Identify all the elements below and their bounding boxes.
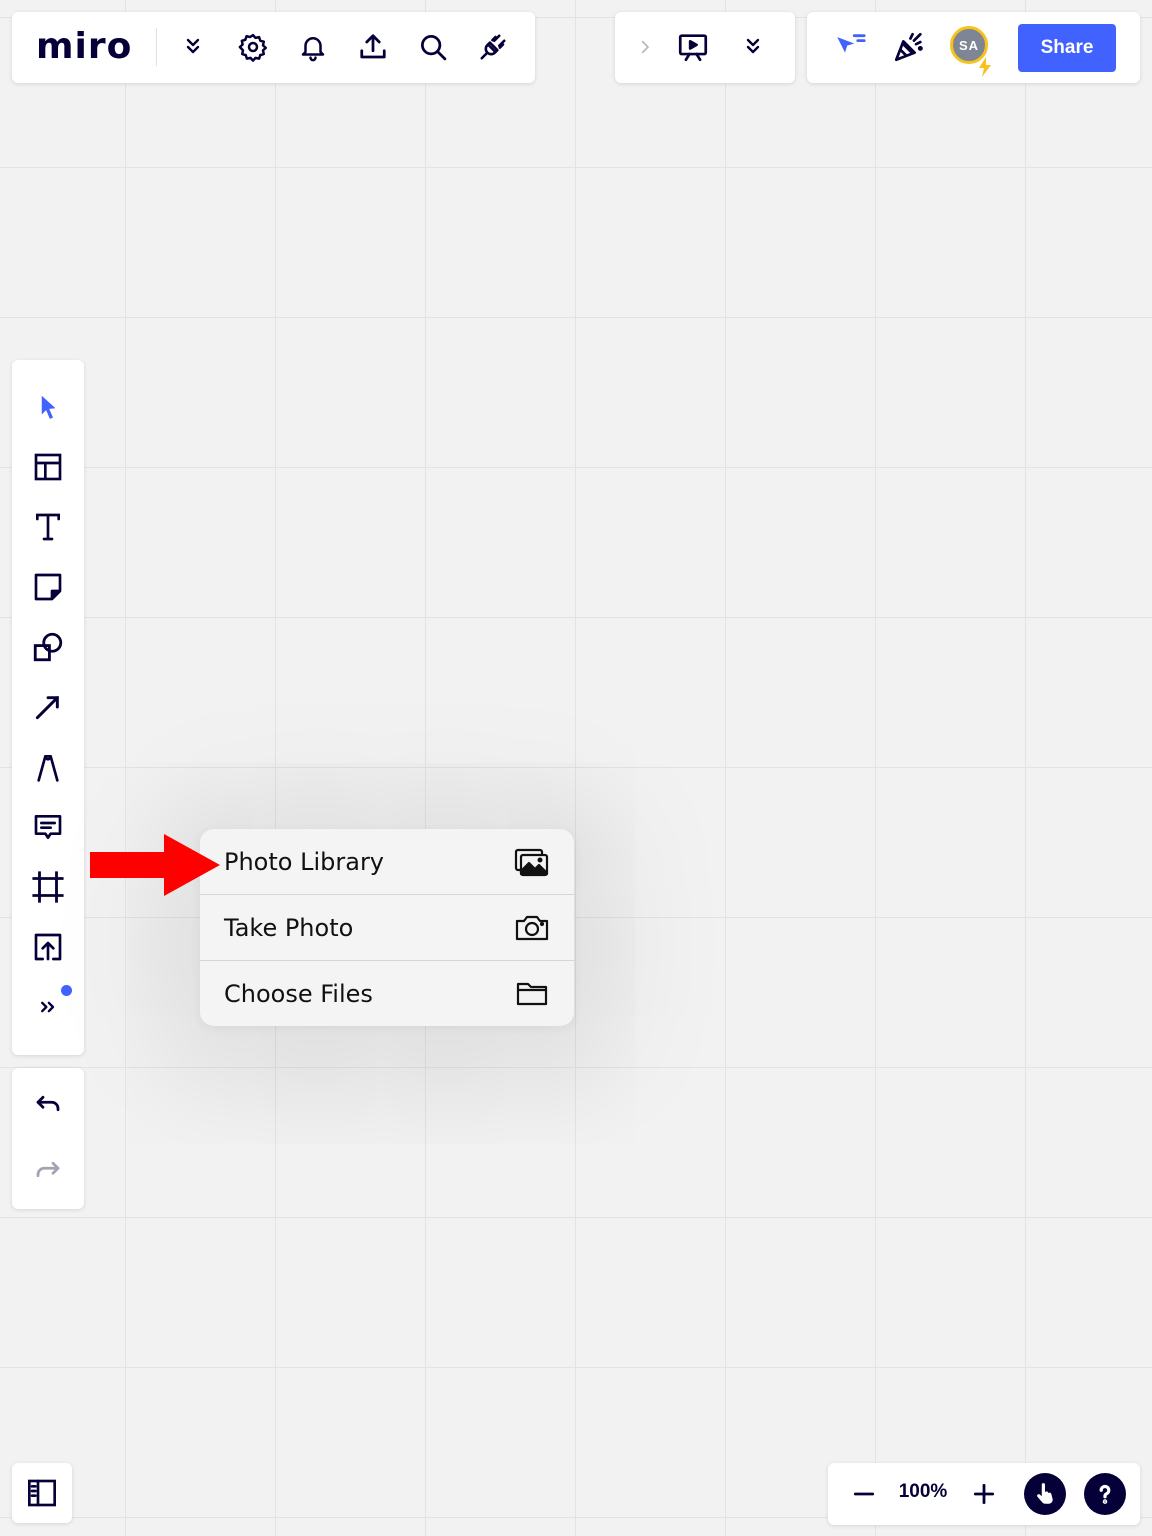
share-button[interactable]: Share <box>1018 24 1116 72</box>
help-icon[interactable] <box>1084 1473 1126 1515</box>
menu-item-choose-files[interactable]: Choose Files <box>200 961 574 1026</box>
presentation-play-icon[interactable] <box>671 25 715 69</box>
zoom-in-icon[interactable] <box>962 1472 1006 1516</box>
board-panel-toggle <box>12 1463 72 1523</box>
frame-icon[interactable] <box>26 865 70 909</box>
chevron-right-icon[interactable] <box>623 25 667 69</box>
undo-icon[interactable] <box>26 1084 70 1128</box>
lightning-badge-icon <box>979 57 991 77</box>
settings-gear-icon[interactable] <box>231 25 275 69</box>
photo-library-icon <box>514 846 550 883</box>
upload-source-menu: Photo Library Take Photo Choose Files <box>200 829 574 1026</box>
collaboration-toolbar: SA Share <box>807 12 1140 83</box>
sidebar-panel-icon[interactable] <box>20 1471 64 1515</box>
plug-icon[interactable] <box>471 25 515 69</box>
redo-icon[interactable] <box>26 1150 70 1194</box>
pen-icon[interactable] <box>26 745 70 789</box>
search-icon[interactable] <box>411 25 455 69</box>
bell-icon[interactable] <box>291 25 335 69</box>
upload-icon[interactable] <box>351 25 395 69</box>
templates-icon[interactable] <box>26 445 70 489</box>
cursor-tracking-icon[interactable] <box>828 25 872 69</box>
folder-icon <box>514 978 550 1015</box>
menu-item-take-photo[interactable]: Take Photo <box>200 895 574 960</box>
camera-icon <box>514 912 550 949</box>
comment-icon[interactable] <box>26 805 70 849</box>
select-arrow-icon[interactable] <box>26 385 70 429</box>
undo-redo-toolbar <box>12 1068 84 1209</box>
zoom-out-icon[interactable] <box>842 1472 886 1516</box>
menu-item-photo-library[interactable]: Photo Library <box>200 829 574 894</box>
connection-line-icon[interactable] <box>26 685 70 729</box>
shapes-icon[interactable] <box>26 625 70 669</box>
annotation-arrow <box>90 834 220 896</box>
notification-dot <box>61 985 72 996</box>
zoom-level[interactable]: 100% <box>890 1481 956 1503</box>
miro-logo[interactable]: miro <box>36 27 132 67</box>
celebration-icon[interactable] <box>887 25 931 69</box>
text-icon[interactable] <box>26 505 70 549</box>
menu-item-label: Take Photo <box>224 914 354 942</box>
zoom-controls: 100% <box>828 1463 1140 1525</box>
upload-file-icon[interactable] <box>26 925 70 969</box>
presentation-toolbar <box>615 12 795 83</box>
chevrons-down-icon[interactable] <box>731 25 775 69</box>
sticky-note-icon[interactable] <box>26 565 70 609</box>
hand-pointer-icon[interactable] <box>1024 1473 1066 1515</box>
menu-item-label: Choose Files <box>224 980 373 1008</box>
creation-toolbar <box>12 360 84 1055</box>
chevrons-down-icon[interactable] <box>171 25 215 69</box>
divider <box>156 28 157 66</box>
board-toolbar: miro <box>12 12 535 83</box>
menu-item-label: Photo Library <box>224 848 385 876</box>
